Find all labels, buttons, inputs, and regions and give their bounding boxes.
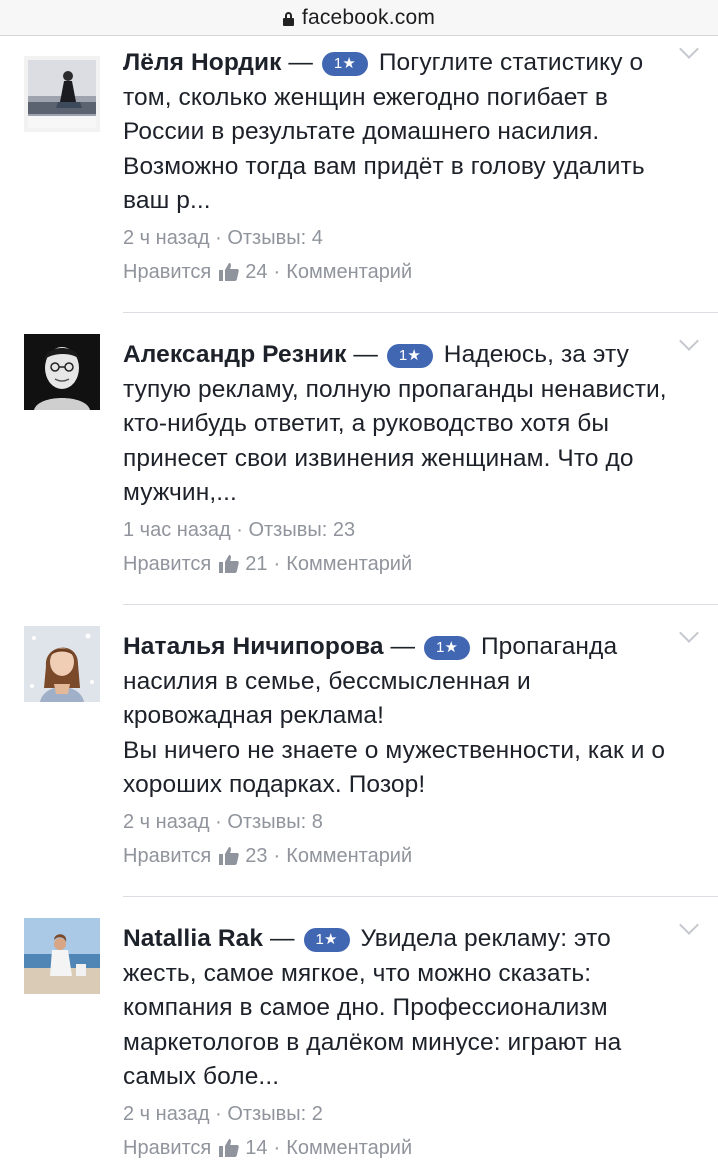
like-button[interactable]: Нравится <box>123 842 211 870</box>
browser-url-bar[interactable]: facebook.com <box>0 0 718 36</box>
comment-body: Наталья Ничипорова — 1★ Пропаганда насил… <box>123 633 666 799</box>
avatar[interactable] <box>24 918 100 994</box>
comment-author[interactable]: Лёля Нордик <box>123 49 281 76</box>
lock-icon <box>282 11 294 26</box>
replies-link[interactable]: Отзывы: 2 <box>227 1103 323 1125</box>
rating-badge: 1★ <box>321 52 368 76</box>
comment-author[interactable]: Наталья Ничипорова <box>123 633 384 660</box>
like-button[interactable]: Нравится <box>123 258 211 286</box>
thumbs-up-icon <box>219 846 240 865</box>
avatar[interactable] <box>24 334 100 410</box>
comment-body: Лёля Нордик — 1★ Погуглите статистику о … <box>123 49 645 214</box>
comment-body: Александр Резник — 1★ Надеюсь, за эту ту… <box>123 341 667 506</box>
divider <box>123 896 718 897</box>
comment-actions: Нравится 24 · Комментарий <box>123 258 683 286</box>
thumbs-up-icon <box>219 554 240 573</box>
comment-time[interactable]: 2 ч назад <box>123 227 210 249</box>
avatar[interactable] <box>24 626 100 702</box>
comment-text-line-2: Вы ничего не знаете о мужественности, ка… <box>123 736 666 799</box>
comment-item: Лёля Нордик — 1★ Погуглите статистику о … <box>0 36 718 312</box>
comment-time[interactable]: 2 ч назад <box>123 1103 210 1125</box>
comment-time[interactable]: 2 ч назад <box>123 811 210 833</box>
replies-link[interactable]: Отзывы: 4 <box>227 227 323 249</box>
comment-button[interactable]: Комментарий <box>286 550 412 578</box>
comment-meta: 2 ч назад · Отзывы: 4 <box>123 226 323 249</box>
comment-item: Александр Резник — 1★ Надеюсь, за эту ту… <box>0 328 718 604</box>
rating-badge: 1★ <box>386 344 433 368</box>
thumbs-up-icon <box>219 262 240 281</box>
comment-button[interactable]: Комментарий <box>286 842 412 870</box>
divider <box>123 604 718 605</box>
url-domain[interactable]: facebook.com <box>302 6 435 30</box>
thumbs-up-icon <box>219 1138 240 1157</box>
divider <box>123 312 718 313</box>
like-count: 24 <box>245 260 268 283</box>
like-count: 21 <box>245 552 268 575</box>
like-button[interactable]: Нравится <box>123 1134 211 1162</box>
comment-actions: Нравится 14 · Комментарий <box>123 1134 683 1162</box>
comment-meta: 2 ч назад · Отзывы: 8 <box>123 810 323 833</box>
rating-badge: 1★ <box>303 928 350 952</box>
comment-actions: Нравится 23 · Комментарий <box>123 842 683 870</box>
comment-button[interactable]: Комментарий <box>286 258 412 286</box>
like-button[interactable]: Нравится <box>123 550 211 578</box>
replies-link[interactable]: Отзывы: 23 <box>248 519 355 541</box>
facebook-comments-page: facebook.com Лёля Нордик — 1★ Погуглите … <box>0 0 718 1169</box>
avatar[interactable] <box>24 56 100 132</box>
like-count: 14 <box>245 1136 268 1159</box>
comment-meta: 2 ч назад · Отзывы: 2 <box>123 1102 323 1125</box>
comment-author[interactable]: Александр Резник <box>123 341 346 368</box>
comment-body: Natallia Rak — 1★ Увидела рекламу: это ж… <box>123 925 622 1090</box>
comment-meta: 1 час назад · Отзывы: 23 <box>123 518 356 541</box>
comment-button[interactable]: Комментарий <box>286 1134 412 1162</box>
like-count: 23 <box>245 844 268 867</box>
rating-badge: 1★ <box>424 636 471 660</box>
comment-item: Наталья Ничипорова — 1★ Пропаганда насил… <box>0 620 718 896</box>
comment-actions: Нравится 21 · Комментарий <box>123 550 683 578</box>
comment-time[interactable]: 1 час назад <box>123 519 231 541</box>
comment-author[interactable]: Natallia Rak <box>123 925 263 952</box>
comment-item: Natallia Rak — 1★ Увидела рекламу: это ж… <box>0 912 718 1169</box>
replies-link[interactable]: Отзывы: 8 <box>227 811 323 833</box>
